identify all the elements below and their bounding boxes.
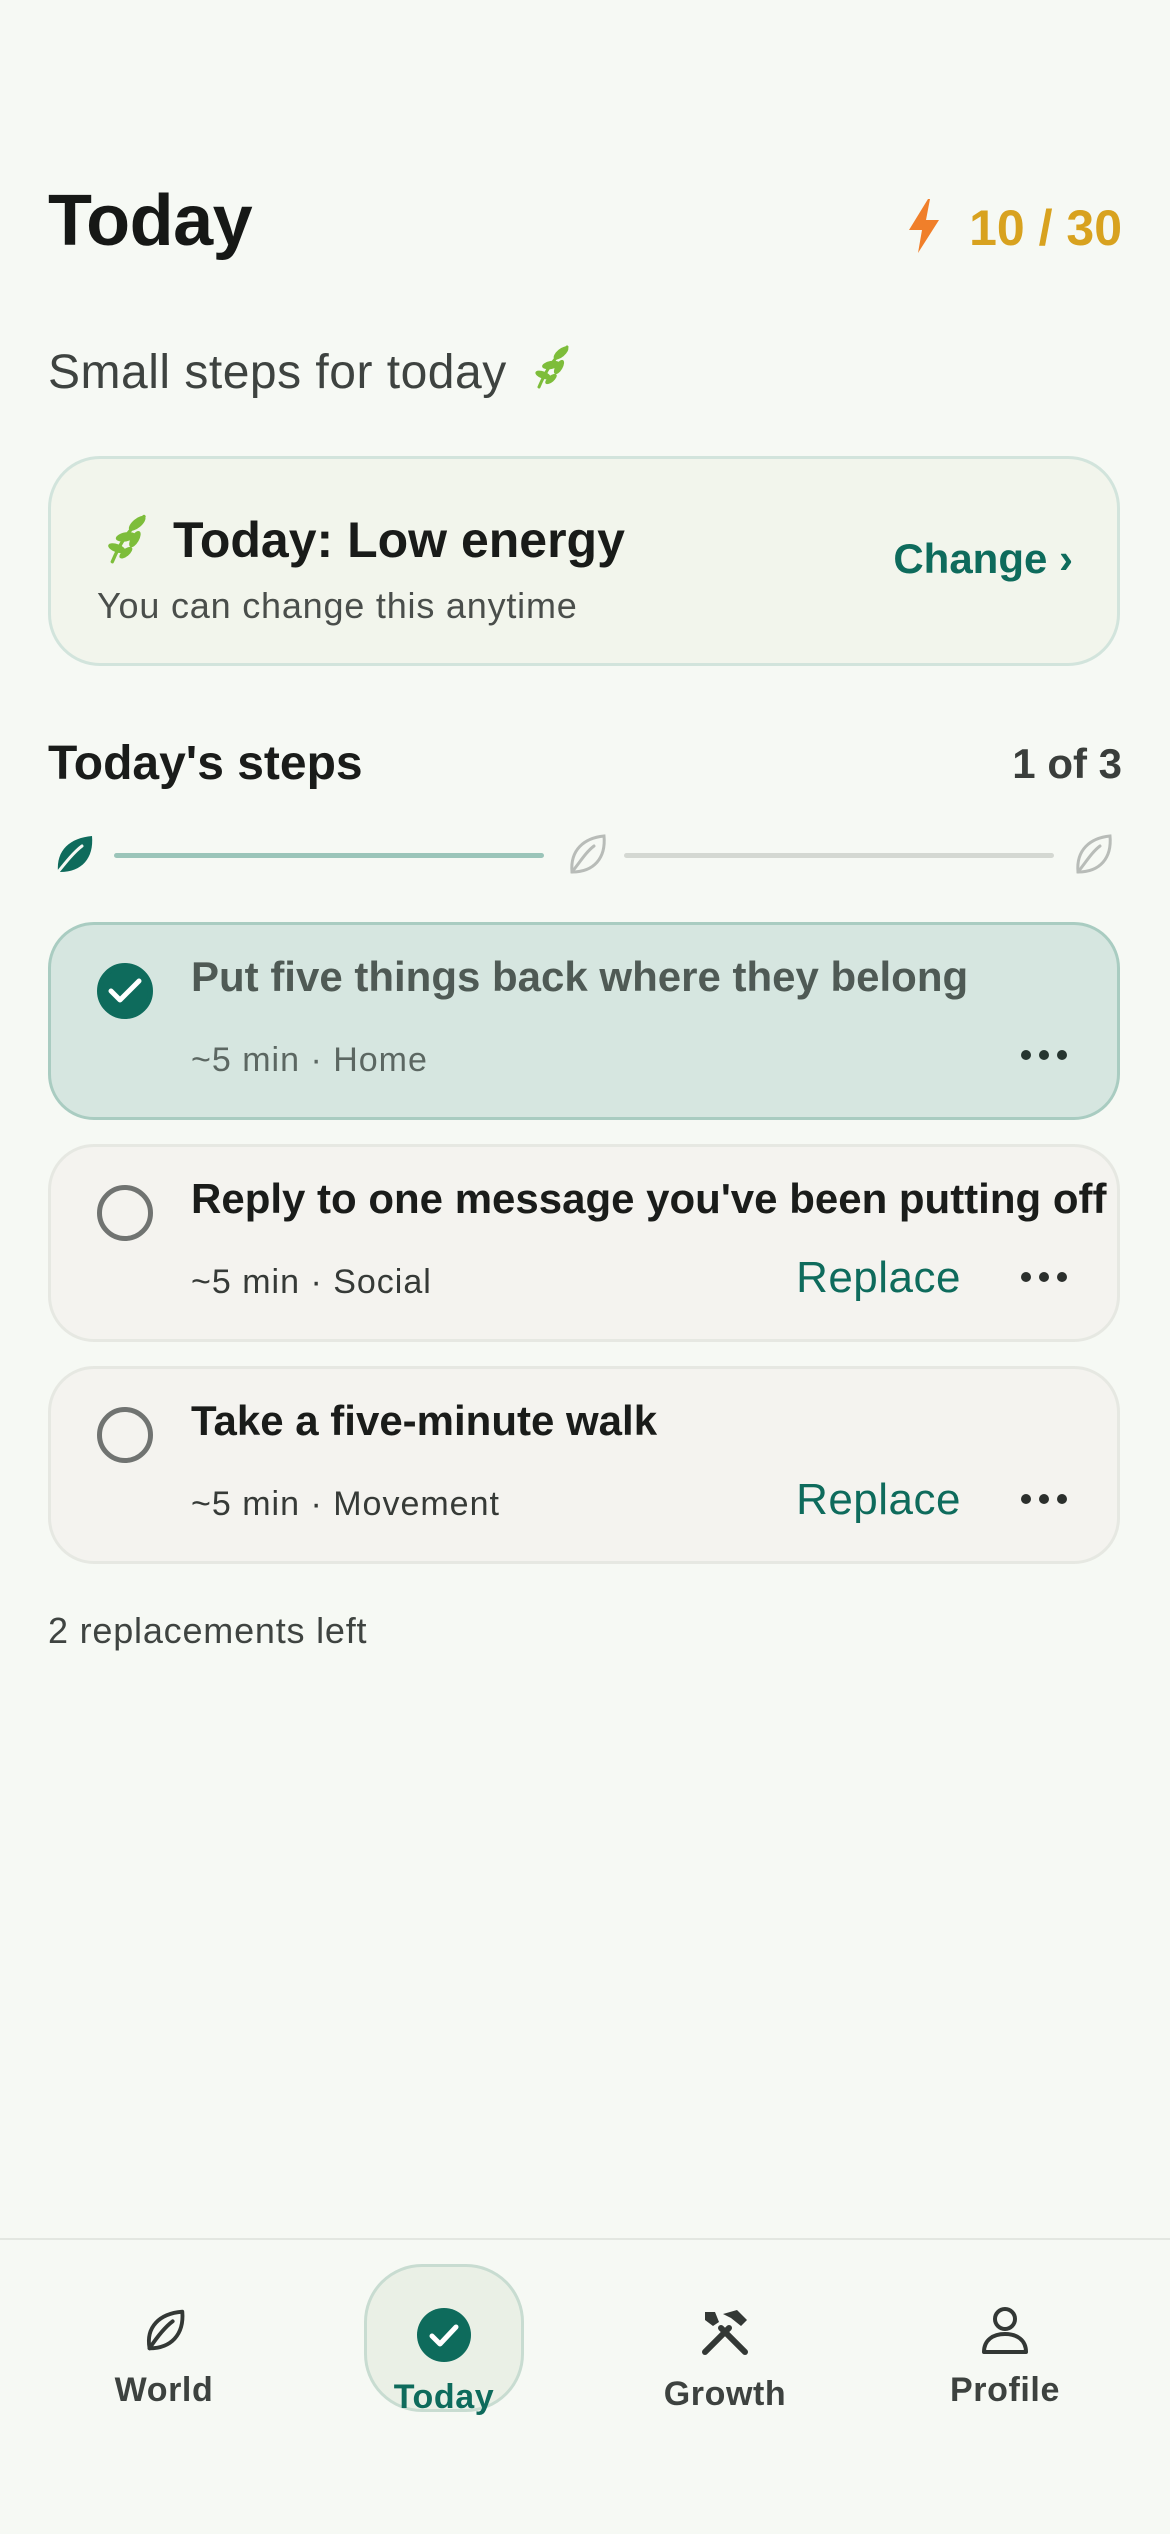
replace-button[interactable]: Replace xyxy=(796,1475,961,1525)
energy-card: Today: Low energy You can change this an… xyxy=(48,456,1120,666)
tab-label: Today xyxy=(393,2378,495,2416)
energy-value: 10 / 30 xyxy=(969,200,1122,256)
page-title: Today xyxy=(48,181,253,261)
person-icon xyxy=(979,2304,1031,2361)
task-meta: ~5 min · Social xyxy=(191,1263,432,1301)
task-title: Take a five-minute walk xyxy=(191,1397,658,1444)
lightning-icon xyxy=(907,198,941,258)
task-meta: ~5 min · Movement xyxy=(191,1485,500,1523)
sprout-icon xyxy=(101,512,153,569)
task-checkbox-checked[interactable] xyxy=(97,963,153,1019)
task-checkbox[interactable] xyxy=(97,1407,153,1463)
energy-card-header: Today: Low energy xyxy=(101,511,625,569)
replace-button[interactable]: Replace xyxy=(796,1253,961,1303)
energy-card-title: Today: Low energy xyxy=(173,512,625,568)
steps-progress xyxy=(48,828,1120,882)
energy-indicator[interactable]: 10 / 30 xyxy=(907,198,1122,258)
task-card[interactable]: Put five things back where they belong ~… xyxy=(48,922,1120,1120)
more-options-icon[interactable] xyxy=(1021,1487,1067,1511)
task-card[interactable]: Take a five-minute walk ~5 min · Movemen… xyxy=(48,1366,1120,1564)
tab-today[interactable]: Today xyxy=(364,2264,524,2416)
leaf-icon xyxy=(138,2304,190,2361)
subtitle-text: Small steps for today xyxy=(48,345,507,399)
progress-segment-pending xyxy=(624,853,1054,858)
more-options-icon[interactable] xyxy=(1021,1043,1067,1067)
tab-label: World xyxy=(114,2371,214,2409)
leaf-outline-icon xyxy=(560,828,614,882)
steps-count: 1 of 3 xyxy=(1012,740,1122,787)
energy-card-subtitle: You can change this anytime xyxy=(97,585,578,626)
tab-label: Profile xyxy=(949,2371,1060,2409)
more-options-icon[interactable] xyxy=(1021,1265,1067,1289)
tab-label: Growth xyxy=(663,2375,787,2413)
tools-icon xyxy=(697,2304,753,2365)
replacements-left: 2 replacements left xyxy=(48,1610,368,1651)
page-subtitle: Small steps for today xyxy=(48,342,575,402)
task-title: Put five things back where they belong xyxy=(191,953,969,1000)
task-title: Reply to one message you've been putting… xyxy=(191,1175,1107,1222)
leaf-filled-icon xyxy=(48,828,102,882)
change-energy-button[interactable]: Change › xyxy=(893,535,1073,583)
task-meta: ~5 min · Home xyxy=(191,1041,428,1079)
tab-world[interactable]: World xyxy=(84,2264,244,2410)
checkmark-icon xyxy=(108,978,142,1003)
leaf-outline-icon xyxy=(1066,828,1120,882)
task-card[interactable]: Reply to one message you've been putting… xyxy=(48,1144,1120,1342)
steps-heading: Today's steps xyxy=(48,737,363,790)
tab-growth[interactable]: Growth xyxy=(645,2264,805,2413)
bottom-tab-bar: World Today Growth Profile xyxy=(0,2238,1170,2534)
tab-profile[interactable]: Profile xyxy=(925,2264,1085,2410)
check-circle-icon xyxy=(416,2307,472,2368)
progress-segment-complete xyxy=(114,853,544,858)
sprout-icon xyxy=(529,343,575,401)
task-checkbox[interactable] xyxy=(97,1185,153,1241)
